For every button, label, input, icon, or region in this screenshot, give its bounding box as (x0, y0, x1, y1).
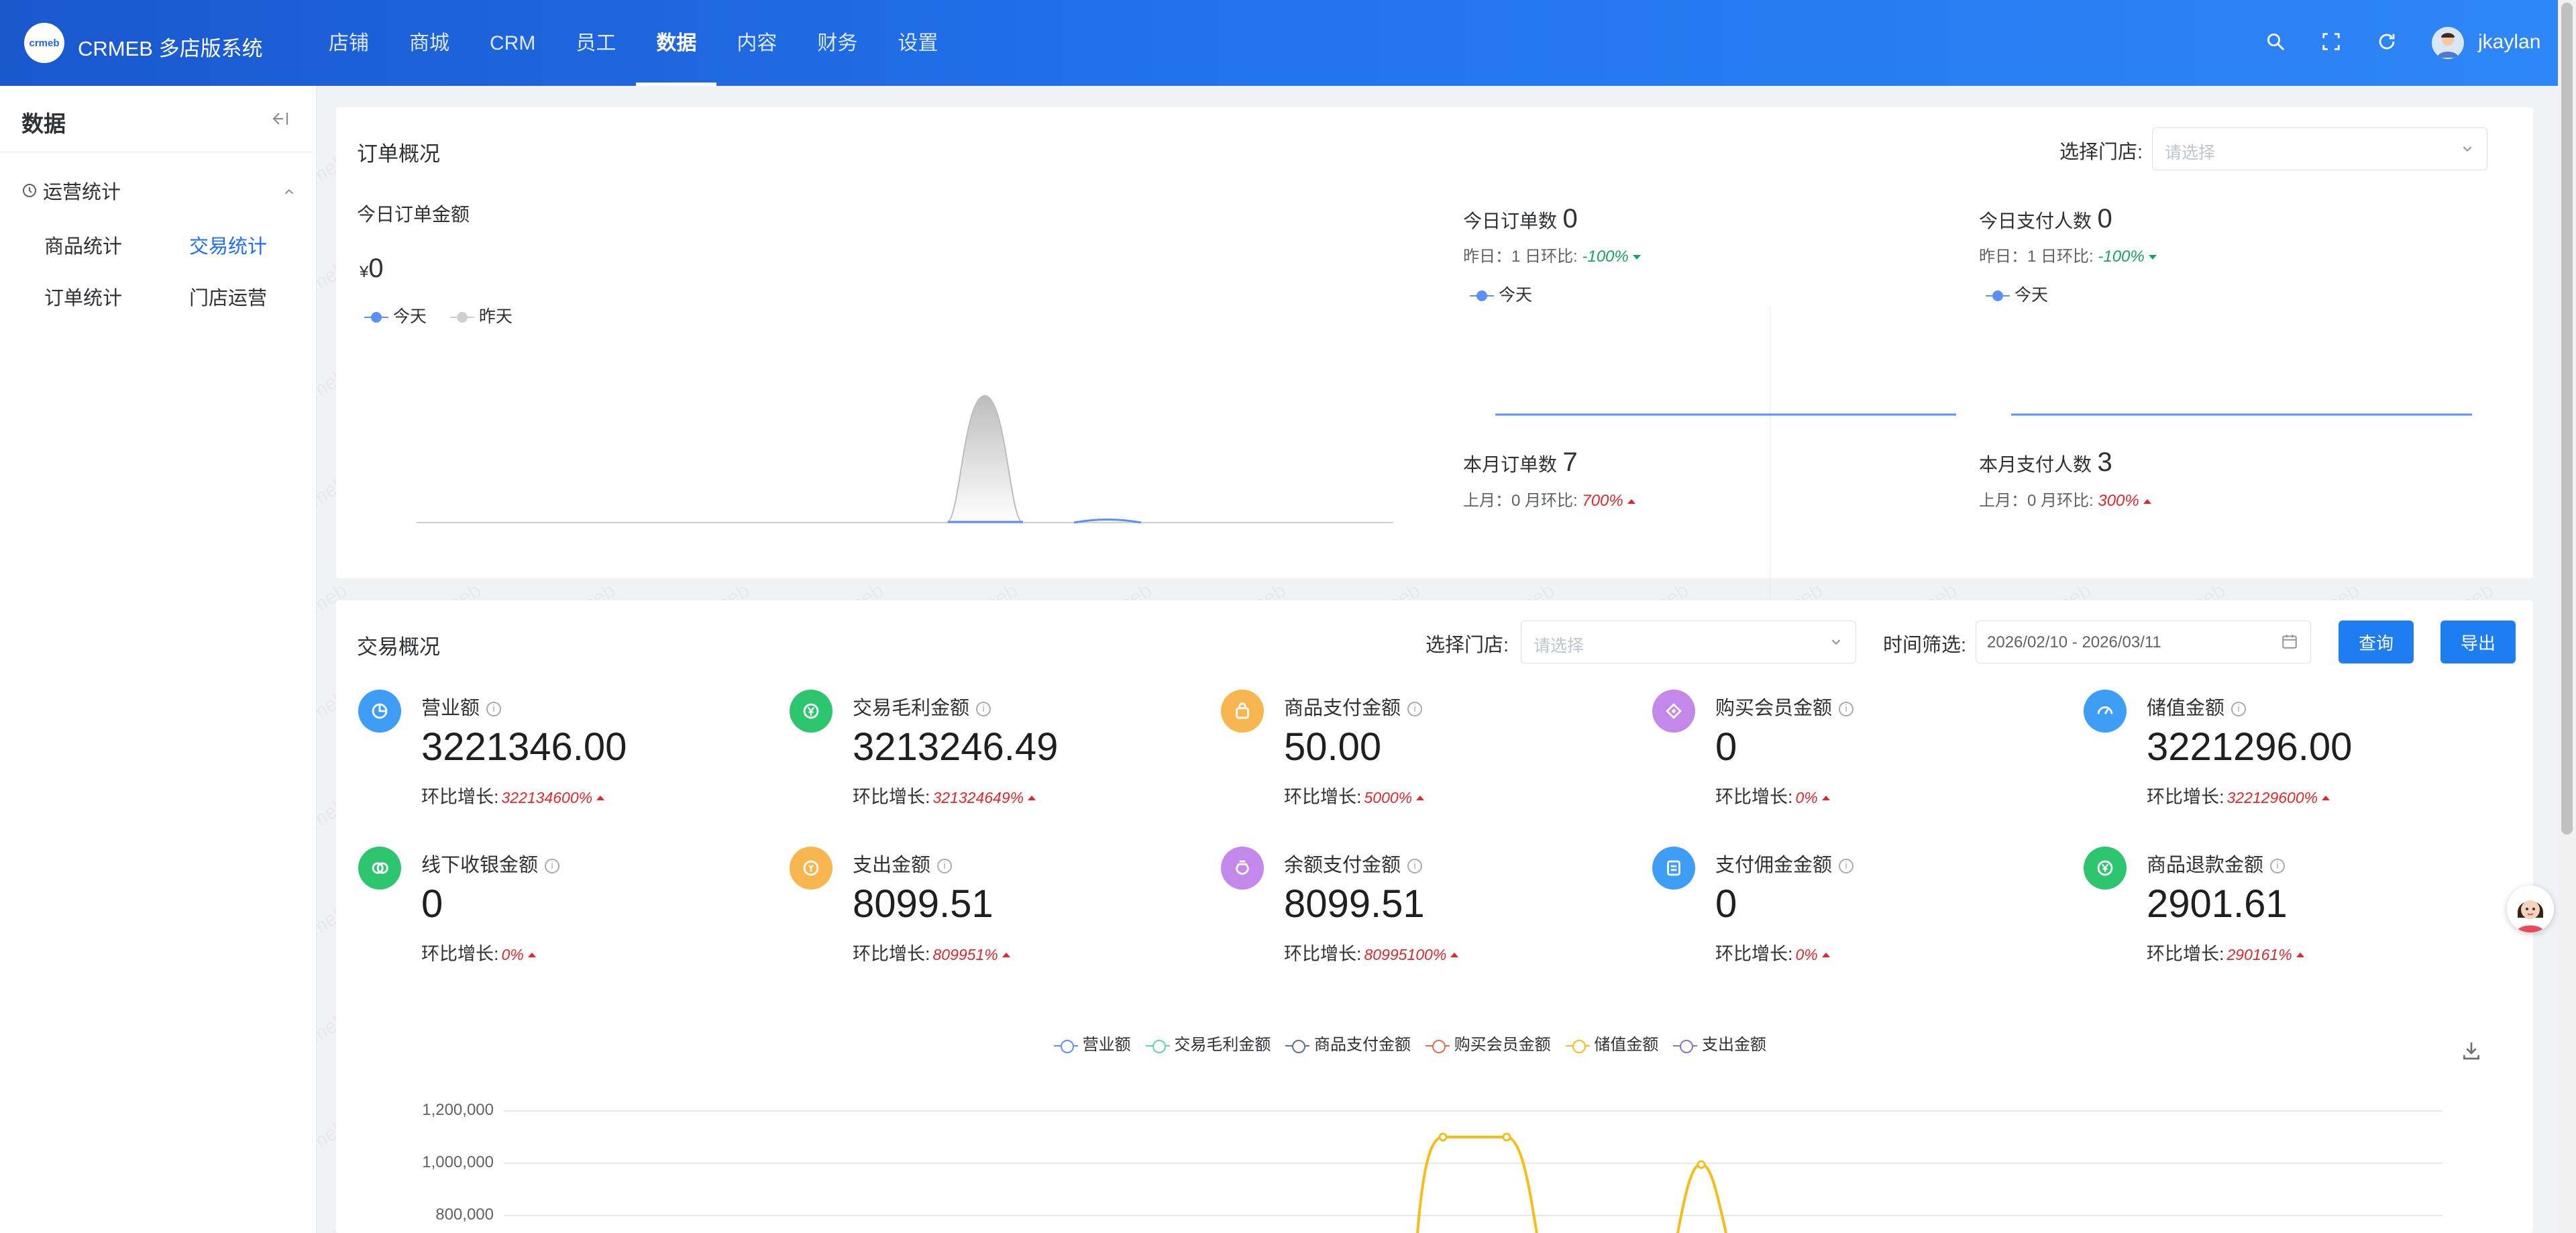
clock-icon (21, 182, 38, 199)
store-select-label: 选择门店: (2059, 142, 2143, 163)
today-payers-block: 今日支付人数 0 (1979, 204, 2112, 234)
trade-overview-card: 交易概况 选择门店: 请选择 时间筛选: 2026/02/10 - 2026/0… (336, 600, 2533, 1233)
today-orders-compare: 昨日：1 日环比: -100% (1463, 243, 1641, 266)
nav-store[interactable]: 店铺 (309, 0, 389, 86)
customer-service-avatar[interactable] (2507, 886, 2554, 932)
down-arrow-icon (1632, 255, 1641, 260)
today-orders-block: 今日订单数 0 (1463, 204, 1578, 234)
today-payers-value: 0 (2097, 204, 2112, 233)
today-orders-pct: -100% (1582, 248, 1629, 266)
top-nav: 店铺 商城 CRM 员工 数据 内容 财务 设置 (309, 0, 958, 86)
legend-marker (1986, 289, 2010, 303)
down-arrow-icon (2148, 255, 2157, 260)
brand-title: CRMEB 多店版系统 (78, 37, 263, 60)
logo-text: crmeb (29, 37, 60, 49)
store-select[interactable]: 请选择 (2152, 127, 2487, 170)
today-orders-label: 今日订单数 (1463, 211, 1558, 231)
trade-trend-chart (504, 1110, 2443, 1233)
chevron-down-icon (2460, 142, 2475, 160)
today-orders-legend: 今天 (1470, 282, 1532, 306)
yesterday-peak-area (946, 394, 1024, 523)
nav-staff[interactable]: 员工 (555, 0, 636, 86)
order-overview-card: 订单概况 选择门店: 请选择 今日订单金额 ¥0 今天 昨天 今日订单数 0 昨… (336, 107, 2533, 665)
month-orders-compare: 上月：0 月环比: 700% (1463, 487, 1635, 511)
today-payers-compare-text: 昨日：1 日环比: (1979, 248, 2094, 266)
nav-content[interactable]: 内容 (716, 0, 797, 86)
user-name[interactable]: jkaylan (2478, 31, 2540, 54)
stored-value-point (1502, 1132, 1511, 1142)
nav-settings[interactable]: 设置 (877, 0, 958, 86)
collapse-sidebar-icon[interactable] (270, 110, 290, 131)
sidebar-item-product-stats[interactable]: 商品统计 (44, 231, 122, 259)
top-header: crmeb CRMEB 多店版系统 店铺 商城 CRM 员工 数据 内容 财务 … (0, 0, 2558, 86)
legend-label: 今天 (2014, 286, 2048, 305)
today-orders-compare-text: 昨日：1 日环比: (1463, 248, 1578, 266)
refresh-icon[interactable] (2373, 28, 2400, 55)
legend-label: 今天 (1498, 286, 1532, 305)
month-orders-block: 本月订单数 7 (1463, 447, 1578, 478)
stored-value-point (1438, 1132, 1448, 1142)
store-select-placeholder: 请选择 (2165, 144, 2216, 162)
month-payers-label: 本月支付人数 (1979, 454, 2092, 475)
month-orders-label: 本月订单数 (1463, 454, 1558, 475)
today-orders-value: 0 (1562, 204, 1578, 233)
month-orders-compare-text: 上月：0 月环比: (1463, 492, 1578, 510)
month-payers-pct: 300% (2098, 492, 2139, 510)
today-payers-legend: 今天 (1986, 282, 2048, 306)
today-payers-sparkline (2011, 413, 2472, 416)
sidebar-item-order-stats[interactable]: 订单统计 (44, 282, 122, 311)
nav-crm[interactable]: CRM (470, 0, 555, 86)
today-payers-pct: -100% (2098, 248, 2145, 266)
search-icon[interactable] (2262, 28, 2289, 55)
crmeb-logo[interactable]: crmeb (24, 23, 64, 63)
month-payers-compare-text: 上月：0 月环比: (1979, 492, 2094, 510)
month-orders-value: 7 (1562, 447, 1578, 477)
nav-mall[interactable]: 商城 (389, 0, 470, 86)
up-arrow-icon (2143, 499, 2151, 504)
sidebar-title: 数据 (21, 111, 66, 136)
today-payers-label: 今日支付人数 (1979, 211, 2092, 231)
today-orders-sparkline (1495, 413, 1956, 416)
user-avatar[interactable] (2432, 27, 2464, 59)
sidebar-group-label: 运营统计 (43, 182, 121, 203)
sidebar-item-store-ops[interactable]: 门店运营 (189, 282, 267, 311)
legend-marker (1470, 289, 1494, 303)
sidebar-group-operations[interactable]: 运营统计 (21, 177, 297, 204)
sidebar-item-trade-stats[interactable]: 交易统计 (189, 231, 267, 259)
month-payers-value: 3 (2097, 447, 2112, 477)
sidebar: 数据 运营统计 商品统计 交易统计 订单统计 门店运营 (0, 86, 317, 1233)
chevron-up-icon (282, 182, 297, 205)
nav-data[interactable]: 数据 (636, 0, 717, 86)
today-amount-chart (417, 394, 1393, 524)
today-payers-compare: 昨日：1 日环比: -100% (1979, 243, 2157, 266)
month-payers-compare: 上月：0 月环比: 300% (1979, 487, 2151, 511)
page-scrollbar[interactable] (2558, 0, 2576, 1233)
stored-value-series-line-2 (1676, 1162, 1727, 1233)
month-payers-block: 本月支付人数 3 (1979, 447, 2112, 478)
month-orders-pct: 700% (1582, 492, 1623, 510)
up-arrow-icon (1627, 499, 1635, 504)
stored-value-point (1697, 1160, 1706, 1169)
scrollbar-thumb[interactable] (2561, 3, 2573, 835)
nav-finance[interactable]: 财务 (797, 0, 877, 86)
fullscreen-icon[interactable] (2318, 28, 2345, 55)
stored-value-series-line (1416, 1136, 1538, 1233)
